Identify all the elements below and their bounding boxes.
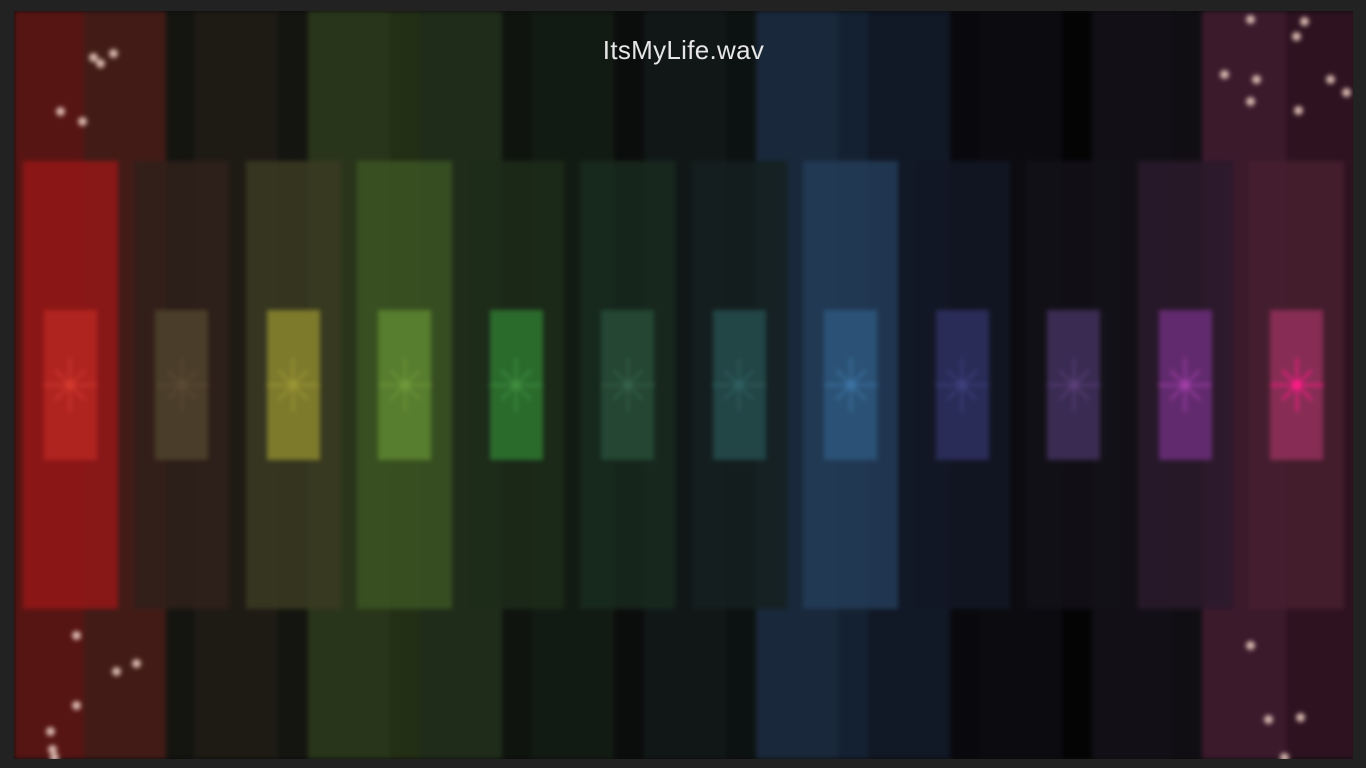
particle — [132, 659, 141, 668]
particle — [1246, 641, 1255, 650]
particle — [1220, 70, 1229, 79]
particle — [1300, 17, 1309, 26]
track-title: ItsMyLife.wav — [602, 35, 765, 65]
particle — [1342, 88, 1351, 97]
particle — [1252, 75, 1261, 84]
particle — [78, 117, 87, 126]
particle — [72, 631, 81, 640]
visualizer-layer — [14, 11, 1353, 759]
particle — [1246, 97, 1255, 106]
particle — [1294, 106, 1303, 115]
particle — [50, 753, 59, 759]
particle — [1326, 75, 1335, 84]
particle — [1246, 15, 1255, 24]
particle — [72, 701, 81, 710]
particle — [1264, 715, 1273, 724]
particle — [56, 107, 65, 116]
particle — [46, 727, 55, 736]
visualizer-canvas: ItsMyLife.wav — [14, 11, 1353, 759]
particle — [1280, 753, 1289, 759]
particle — [1296, 713, 1305, 722]
particle — [112, 667, 121, 676]
